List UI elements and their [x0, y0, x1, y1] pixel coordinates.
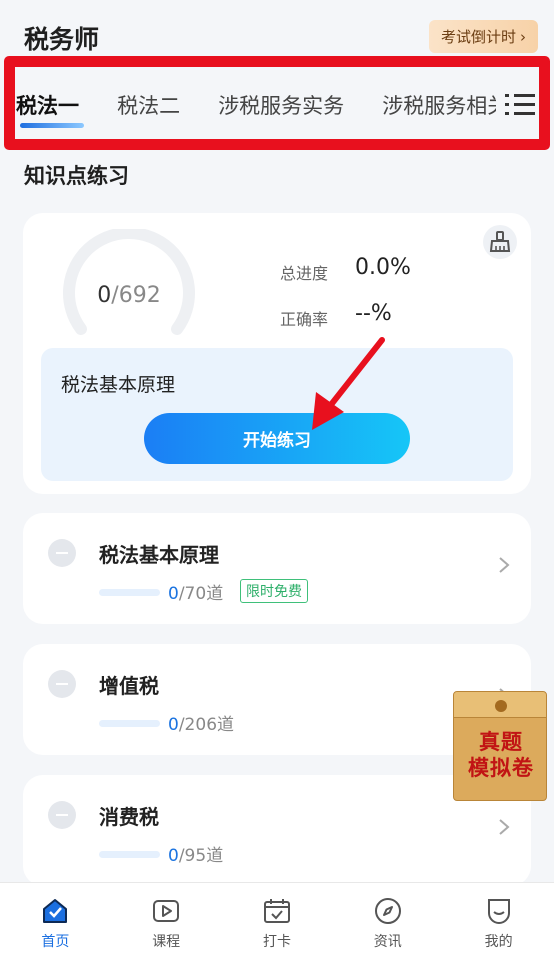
current-topic-panel: 税法基本原理 开始练习: [41, 348, 513, 481]
promo-line-2: 模拟卷: [468, 756, 534, 780]
tab-label: 税法一: [16, 94, 79, 118]
free-badge: 限时免费: [240, 579, 308, 603]
nav-label: 我的: [484, 934, 513, 950]
collapse-minus-icon[interactable]: [48, 670, 76, 698]
compass-icon: [374, 898, 401, 924]
nav-profile[interactable]: 我的: [443, 883, 554, 954]
chapter-done-count: 0: [168, 715, 179, 735]
nav-checkin[interactable]: 打卡: [222, 883, 333, 954]
total-count: 692: [118, 283, 161, 308]
play-icon: [153, 900, 180, 922]
progress-label: 总进度: [280, 264, 329, 283]
nav-courses[interactable]: 课程: [111, 883, 222, 954]
collapse-minus-icon[interactable]: [48, 801, 76, 829]
calendar-check-icon: [263, 899, 290, 923]
annotation-arrow-icon: [312, 337, 385, 430]
home-icon: [43, 899, 68, 923]
chapter-done-count: 0: [168, 584, 179, 604]
page-title: 税务师: [24, 25, 100, 54]
chapter-title: 税法基本原理: [99, 543, 219, 567]
chevron-right-icon: [499, 819, 510, 835]
tab-label: 涉税服务相关法律: [382, 94, 496, 118]
gauge-count: 0/692: [59, 283, 199, 308]
exam-countdown-button[interactable]: 考试倒计时 ›: [428, 20, 538, 53]
nav-label: 首页: [41, 934, 70, 950]
active-tab-indicator: [20, 123, 84, 128]
tab-label: 涉税服务实务: [218, 94, 345, 118]
nav-label: 资讯: [373, 934, 402, 950]
chapter-total: /95道: [178, 846, 224, 866]
tab-subject-2[interactable]: 税法二: [117, 80, 180, 120]
count-separator: /: [111, 283, 119, 308]
chapter-title: 消费税: [99, 805, 159, 829]
chevron-right-icon: ›: [520, 27, 526, 46]
nav-news[interactable]: 资讯: [332, 883, 443, 954]
exam-papers-promo-button[interactable]: 真题 模拟卷: [453, 691, 547, 801]
done-count: 0: [97, 283, 112, 308]
tab-subject-4[interactable]: 涉税服务相关法律: [382, 80, 496, 120]
list-menu-icon[interactable]: [505, 92, 535, 118]
chapter-count: 0/70道: [168, 579, 223, 604]
clear-broom-icon[interactable]: [483, 225, 517, 259]
chapter-done-count: 0: [168, 846, 179, 866]
nav-home[interactable]: 首页: [0, 883, 111, 954]
progress-value: 0.0%: [355, 255, 411, 280]
chapter-count: 0/206道: [168, 710, 234, 735]
nav-label: 课程: [152, 934, 181, 950]
countdown-label: 考试倒计时: [440, 28, 516, 46]
tab-label: 税法二: [117, 94, 181, 118]
chapter-count: 0/95道: [168, 841, 223, 866]
accuracy-label: 正确率: [280, 310, 329, 329]
chapter-item[interactable]: 税法基本原理 0/70道 限时免费: [23, 513, 531, 624]
section-title: 知识点练习: [24, 164, 129, 188]
chevron-right-icon: [499, 557, 510, 573]
subject-tabs: 税法一 税法二 涉税服务实务 涉税服务相关法律: [16, 80, 496, 130]
tab-subject-3[interactable]: 涉税服务实务: [218, 80, 344, 120]
header: 税务师 考试倒计时 ›: [0, 0, 554, 56]
chapter-title: 增值税: [99, 674, 159, 698]
practice-summary-card: 0/692 总进度 0.0% 正确率 --% 税法基本原理 开始练习: [23, 213, 531, 494]
profile-icon: [487, 899, 510, 924]
chapter-total: /206道: [178, 715, 235, 735]
envelope-knot-icon: [495, 700, 507, 712]
nav-label: 打卡: [262, 934, 291, 950]
chapter-progress-bar: [99, 589, 160, 596]
chapter-total: /70道: [178, 584, 224, 604]
chapter-progress-bar: [99, 720, 160, 727]
collapse-minus-icon[interactable]: [48, 539, 76, 567]
bottom-nav: 首页 课程 打卡 资讯 我的: [0, 882, 554, 954]
chapter-progress-bar: [99, 851, 160, 858]
current-topic-name: 税法基本原理: [61, 374, 176, 396]
accuracy-value: --%: [355, 301, 392, 326]
tab-subject-1[interactable]: 税法一: [16, 80, 84, 128]
